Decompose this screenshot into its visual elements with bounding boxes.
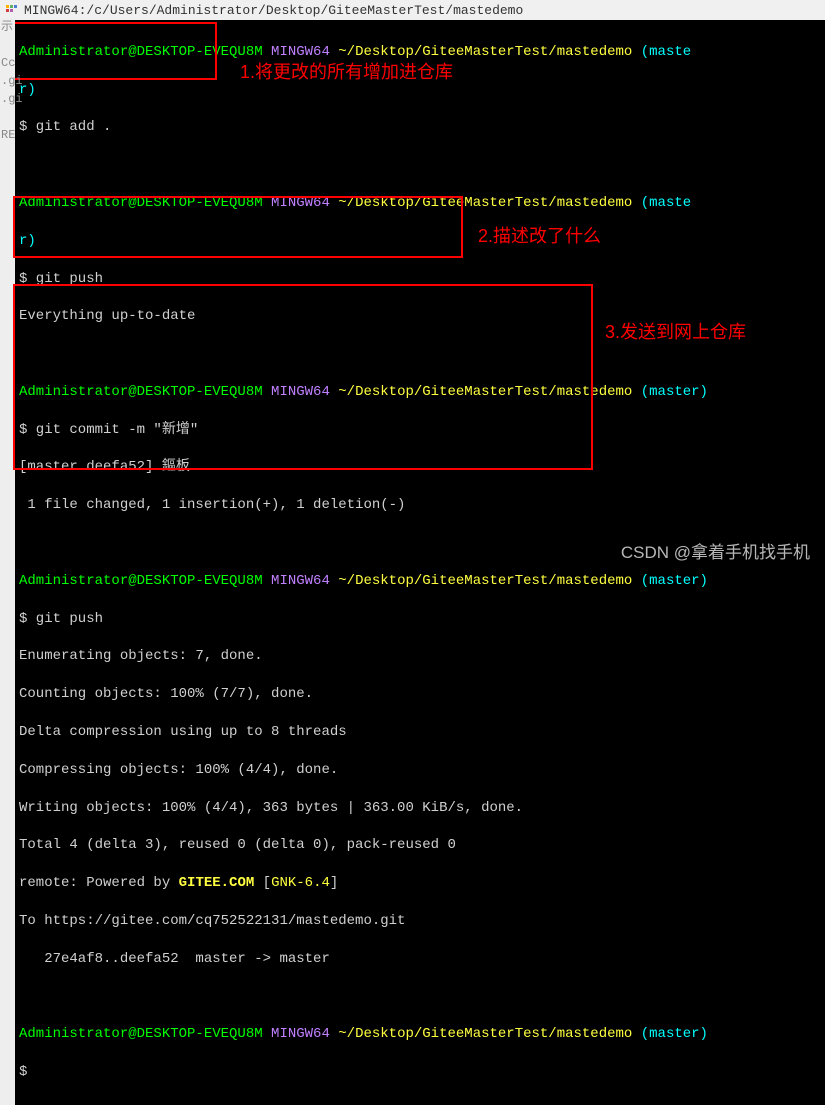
output-write: Writing objects: 100% (4/4), 363 bytes |…	[15, 799, 825, 818]
watermark: CSDN @拿着手机找手机	[621, 538, 810, 563]
cmd-git-push-1: $ git push	[15, 270, 825, 289]
output-commit-2: 1 file changed, 1 insertion(+), 1 deleti…	[15, 496, 825, 515]
cmd-prompt-empty: $	[15, 1063, 825, 1082]
output-commit-1: [master deefa52] 鏂板	[15, 458, 825, 477]
output-ref: 27e4af8..deefa52 master -> master	[15, 950, 825, 969]
output-count: Counting objects: 100% (7/7), done.	[15, 685, 825, 704]
left-gutter: 示 Cc .gi .gi RE	[0, 18, 15, 144]
window-title-bar: MINGW64:/c/Users/Administrator/Desktop/G…	[0, 0, 825, 20]
output-total: Total 4 (delta 3), reused 0 (delta 0), p…	[15, 836, 825, 855]
prompt-branch: (maste	[641, 44, 691, 60]
output-delta: Delta compression using up to 8 threads	[15, 723, 825, 742]
cmd-git-add: $ git add .	[15, 118, 825, 137]
output-remote: remote: Powered by GITEE.COM [GNK-6.4]	[15, 874, 825, 893]
output-enum: Enumerating objects: 7, done.	[15, 647, 825, 666]
output-uptodate: Everything up-to-date	[15, 307, 825, 326]
prompt-shell: MINGW64	[271, 44, 330, 60]
prompt-user: Administrator@DESKTOP-EVEQU8M	[19, 44, 263, 60]
cmd-git-commit: $ git commit -m "新增"	[15, 421, 825, 440]
cmd-git-push-2: $ git push	[15, 610, 825, 629]
prompt-path: ~/Desktop/GiteeMasterTest/mastedemo	[338, 44, 632, 60]
output-to: To https://gitee.com/cq752522131/mastede…	[15, 912, 825, 931]
window-title-text: MINGW64:/c/Users/Administrator/Desktop/G…	[24, 3, 523, 18]
output-compress: Compressing objects: 100% (4/4), done.	[15, 761, 825, 780]
mingw-icon	[4, 2, 20, 18]
